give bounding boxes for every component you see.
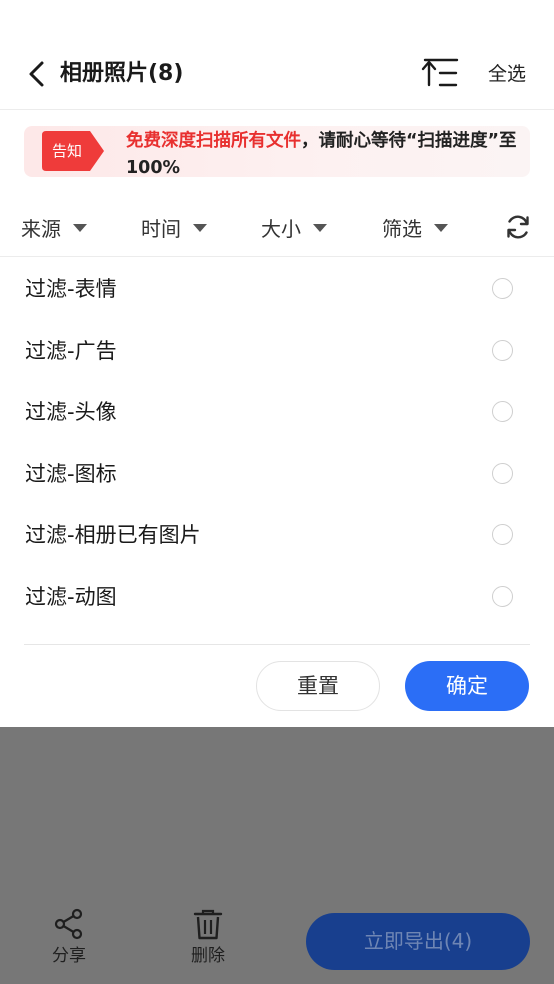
- delete-label: 删除: [191, 946, 225, 966]
- option-row[interactable]: 过滤-头像: [0, 381, 554, 443]
- notice-tag-label: 告知: [52, 142, 83, 160]
- trash-icon: [193, 909, 223, 940]
- export-button[interactable]: 立即导出(4): [306, 913, 530, 970]
- filter-time[interactable]: 时间: [141, 212, 207, 242]
- refresh-icon[interactable]: [504, 213, 532, 241]
- page-title: 相册照片(8): [60, 61, 184, 86]
- notice-tag: 告知: [42, 131, 104, 171]
- share-button[interactable]: 分享: [39, 908, 99, 968]
- option-label: 过滤-相册已有图片: [25, 523, 201, 547]
- filter-time-label: 时间: [141, 216, 181, 241]
- chevron-left-icon[interactable]: [22, 58, 52, 90]
- option-radio[interactable]: [492, 462, 513, 484]
- filter-bar: 来源 时间 大小 筛选: [0, 200, 554, 257]
- option-radio[interactable]: [492, 401, 513, 422]
- filter-source[interactable]: 来源: [21, 212, 87, 242]
- option-row[interactable]: 过滤-图标: [0, 443, 554, 505]
- select-all-button[interactable]: 全选: [488, 62, 526, 86]
- option-row[interactable]: 过滤-表情: [0, 258, 554, 320]
- filter-options-list: 过滤-表情 过滤-广告 过滤-头像 过滤-图标 过滤-相册已有图片 过滤-动图: [0, 258, 554, 627]
- option-label: 过滤-头像: [25, 400, 117, 424]
- option-radio[interactable]: [492, 585, 513, 607]
- option-label: 过滤-表情: [25, 277, 117, 301]
- caret-down-icon: [434, 224, 448, 232]
- option-radio[interactable]: [492, 339, 513, 361]
- reset-button[interactable]: 重置: [256, 661, 380, 711]
- caret-down-icon: [193, 224, 207, 232]
- notice-text: 免费深度扫描所有文件，请耐心等待“扫描进度”至100%: [126, 128, 522, 177]
- sort-icon[interactable]: [421, 57, 459, 89]
- confirm-button[interactable]: 确定: [405, 661, 529, 711]
- share-label: 分享: [52, 946, 86, 966]
- option-row[interactable]: 过滤-动图: [0, 566, 554, 628]
- filter-source-label: 来源: [21, 216, 61, 241]
- caret-down-icon: [313, 224, 327, 232]
- option-row[interactable]: 过滤-广告: [0, 320, 554, 382]
- option-row[interactable]: 过滤-相册已有图片: [0, 504, 554, 566]
- notice-highlight: 免费深度扫描所有文件: [126, 131, 301, 151]
- share-icon: [54, 908, 83, 940]
- delete-button[interactable]: 删除: [178, 908, 238, 968]
- app-header: 相册照片(8) 全选: [0, 40, 554, 110]
- option-radio[interactable]: [492, 278, 513, 299]
- option-radio[interactable]: [492, 524, 513, 545]
- filter-size-label: 大小: [261, 216, 301, 241]
- notice-banner: 告知 免费深度扫描所有文件，请耐心等待“扫描进度”至100%: [24, 126, 530, 177]
- filter-screen-label: 筛选: [382, 216, 422, 241]
- filter-screen[interactable]: 筛选: [382, 212, 448, 242]
- option-label: 过滤-图标: [25, 461, 117, 486]
- option-label: 过滤-动图: [25, 584, 117, 609]
- caret-down-icon: [73, 224, 87, 232]
- filter-size[interactable]: 大小: [261, 212, 327, 242]
- option-label: 过滤-广告: [25, 338, 117, 363]
- divider: [24, 644, 530, 645]
